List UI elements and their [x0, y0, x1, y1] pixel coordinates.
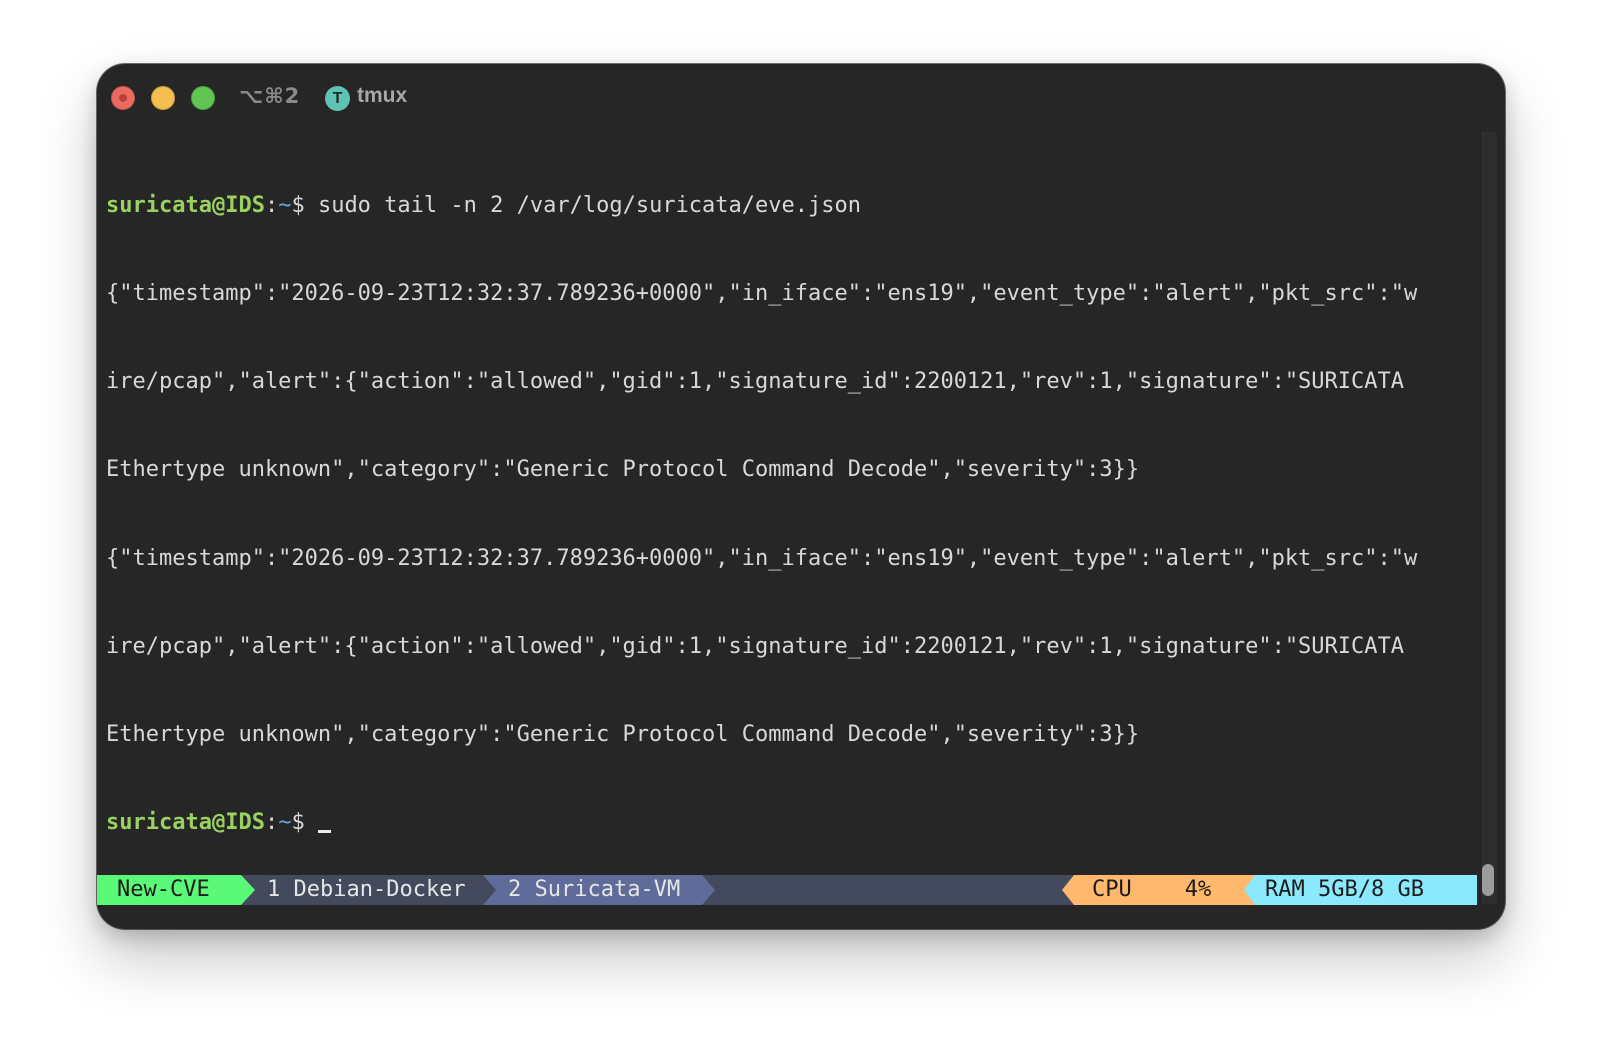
- prompt-colon: :: [264, 810, 279, 836]
- prompt-colon: :: [264, 192, 279, 218]
- prompt-user-host: suricata@IDS: [106, 192, 265, 218]
- prompt-symbol: $: [291, 192, 305, 218]
- cpu-left-arrow: [1062, 875, 1074, 905]
- active-window-right-arrow: [702, 875, 715, 905]
- command-text: sudo tail -n 2 /var/log/suricata/eve.jso…: [304, 192, 861, 218]
- prompt-symbol: $: [291, 810, 305, 836]
- window-tab-2[interactable]: 2 Suricata-VM: [496, 875, 702, 905]
- session-separator: [241, 875, 255, 905]
- output-line: {"timestamp":"2026-09-23T12:32:37.789236…: [106, 281, 1418, 307]
- window-title: tmux: [357, 84, 408, 107]
- close-button[interactable]: [111, 86, 135, 110]
- output-line: {"timestamp":"2026-09-23T12:32:37.789236…: [106, 545, 1418, 571]
- command-line: suricata@IDS:~$ sudo tail -n 2 /var/log/…: [106, 191, 1482, 220]
- title-bar[interactable]: ⌥⌘2 T tmux: [97, 64, 1505, 132]
- ram-usage: RAM 5GB/8 GB: [1255, 875, 1477, 905]
- tmux-app-icon: T: [325, 86, 350, 111]
- window-tab-1[interactable]: 1 Debian-Docker: [255, 875, 487, 905]
- minimize-button[interactable]: [151, 86, 175, 110]
- terminal-output[interactable]: suricata@IDS:~$ sudo tail -n 2 /var/log/…: [106, 132, 1482, 896]
- zoom-button[interactable]: [191, 86, 215, 110]
- ram-left-arrow: [1244, 875, 1255, 905]
- output-line: ire/pcap","alert":{"action":"allowed","g…: [106, 633, 1405, 659]
- prompt-user-host: suricata@IDS: [106, 810, 265, 836]
- scrollbar-thumb[interactable]: [1482, 864, 1494, 896]
- output-line: ire/pcap","alert":{"action":"allowed","g…: [106, 369, 1405, 395]
- output-line: Ethertype unknown","category":"Generic P…: [106, 722, 1140, 748]
- prompt-line[interactable]: suricata@IDS:~$: [106, 808, 1482, 837]
- cpu-usage: CPU 4%: [1074, 875, 1244, 905]
- prompt-path: ~: [278, 192, 292, 218]
- text-cursor: [317, 830, 331, 834]
- output-line: Ethertype unknown","category":"Generic P…: [106, 457, 1140, 483]
- tab-shortcut-label: ⌥⌘2: [239, 84, 301, 108]
- prompt-path: ~: [278, 810, 292, 836]
- terminal-window: ⌥⌘2 T tmux suricata@IDS:~$ sudo tail -n …: [97, 64, 1505, 929]
- scrollbar-track[interactable]: [1482, 132, 1497, 904]
- session-name[interactable]: New-CVE: [97, 875, 241, 905]
- tmux-status-bar: New-CVE 1 Debian-Docker 2 Suricata-VM CP…: [97, 875, 1477, 905]
